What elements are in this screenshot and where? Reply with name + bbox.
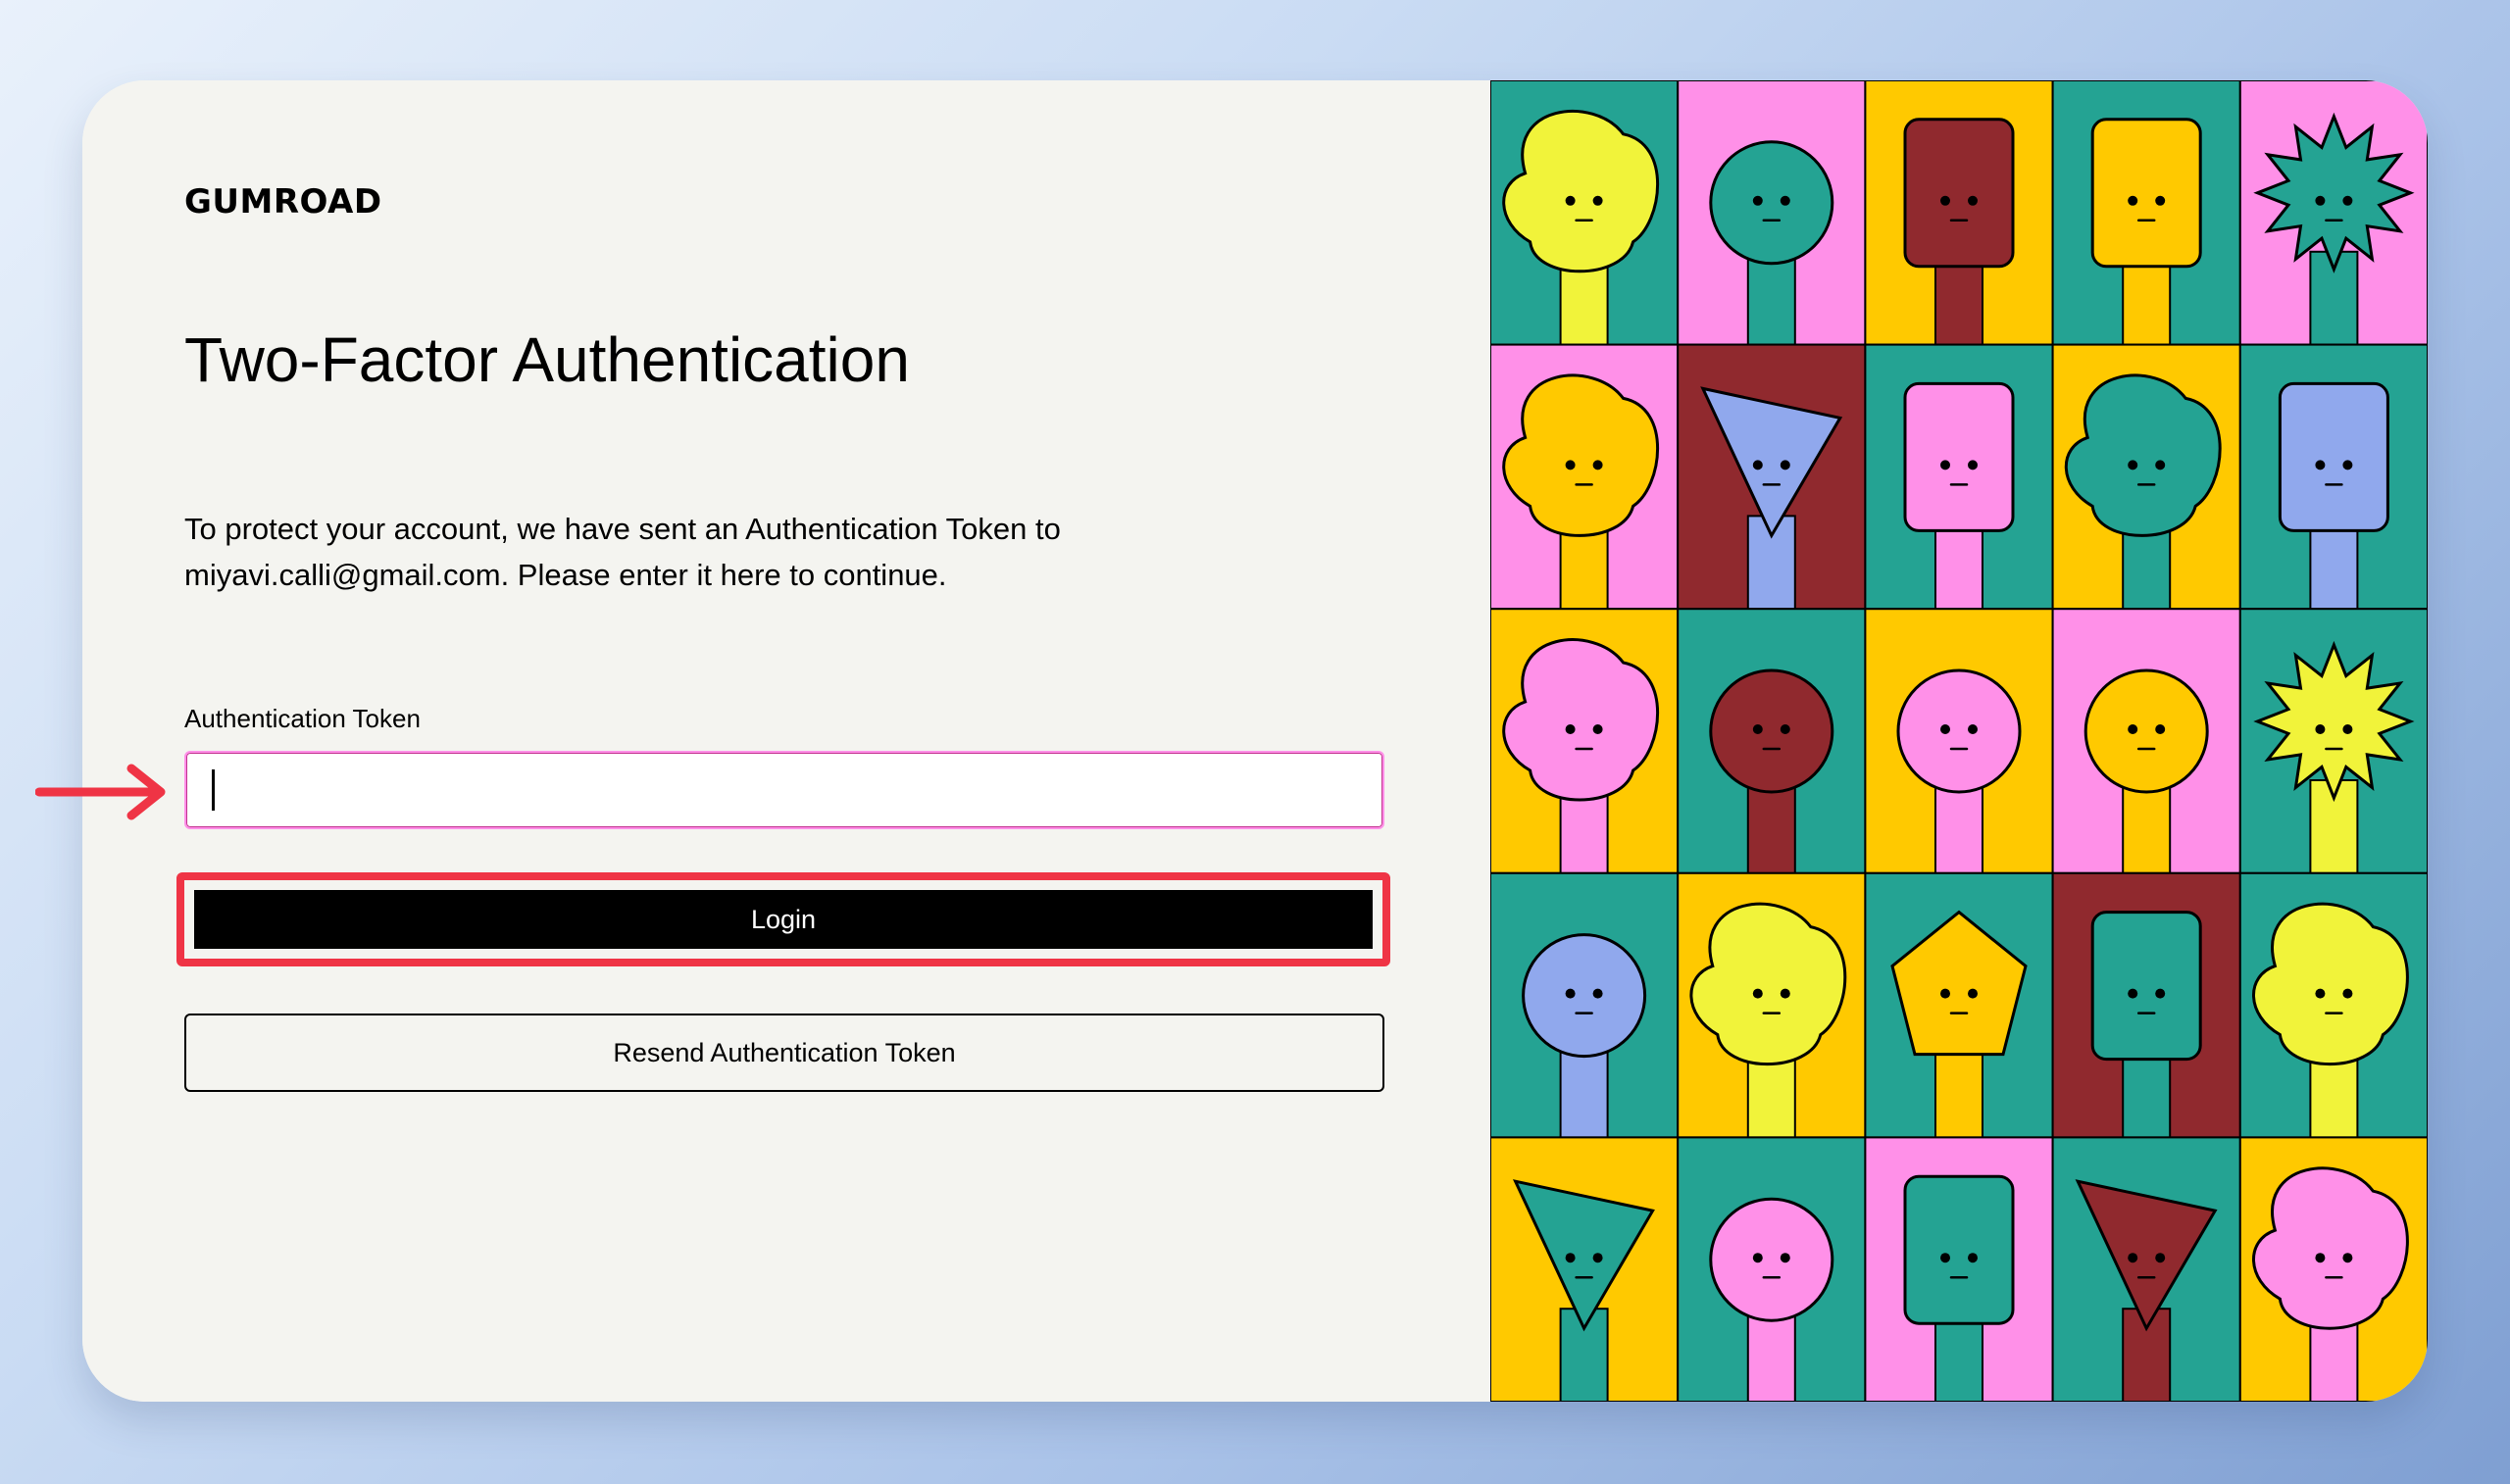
- text-cursor: [212, 769, 215, 811]
- login-button[interactable]: Login: [194, 890, 1373, 949]
- illustration-tile: [1677, 608, 1867, 874]
- illustration-tile: [1490, 343, 1680, 611]
- authentication-token-input[interactable]: [184, 751, 1384, 829]
- illustration-tile: [1490, 1136, 1680, 1402]
- illustration-tile: [1864, 608, 2054, 874]
- illustration-tile: [2238, 871, 2428, 1139]
- illustration-tile: [2051, 871, 2241, 1139]
- illustration-tile: [2238, 343, 2428, 611]
- illustration-tile: [1677, 871, 1867, 1139]
- illustration-tile: [1490, 871, 1680, 1139]
- gumroad-logo[interactable]: GUMROAD: [184, 182, 382, 222]
- arrow-right-icon: [35, 764, 166, 820]
- page-title: Two-Factor Authentication: [184, 324, 910, 395]
- illustration-tile: [2051, 608, 2241, 874]
- illustration-tile: [1677, 80, 1867, 346]
- login-card: GUMROAD Two-Factor Authentication To pro…: [82, 80, 2428, 1402]
- page-description: To protect your account, we have sent an…: [184, 512, 1061, 592]
- illustration-tile: [2051, 1136, 2241, 1402]
- illustration-tile: [1677, 343, 1867, 611]
- illustration-tile: [2051, 80, 2241, 346]
- illustration-tile: [1864, 871, 2054, 1139]
- illustration-tile: [1864, 1136, 2054, 1402]
- form-panel: GUMROAD Two-Factor Authentication To pro…: [82, 80, 1490, 1402]
- illustration-tile: [1864, 343, 2054, 611]
- illustration-tile: [2051, 343, 2241, 611]
- illustration-tile: [1864, 80, 2054, 346]
- characters-illustration: [1490, 80, 2428, 1402]
- illustration-tile: [2238, 1136, 2428, 1402]
- illustration-tile: [1490, 80, 1680, 346]
- illustration-tile: [2238, 80, 2428, 346]
- token-field-label: Authentication Token: [184, 704, 421, 733]
- illustration-tile: [1490, 608, 1680, 874]
- illustration-tile: [1677, 1136, 1867, 1402]
- illustration-tile: [2238, 608, 2428, 874]
- resend-token-button[interactable]: Resend Authentication Token: [184, 1014, 1384, 1092]
